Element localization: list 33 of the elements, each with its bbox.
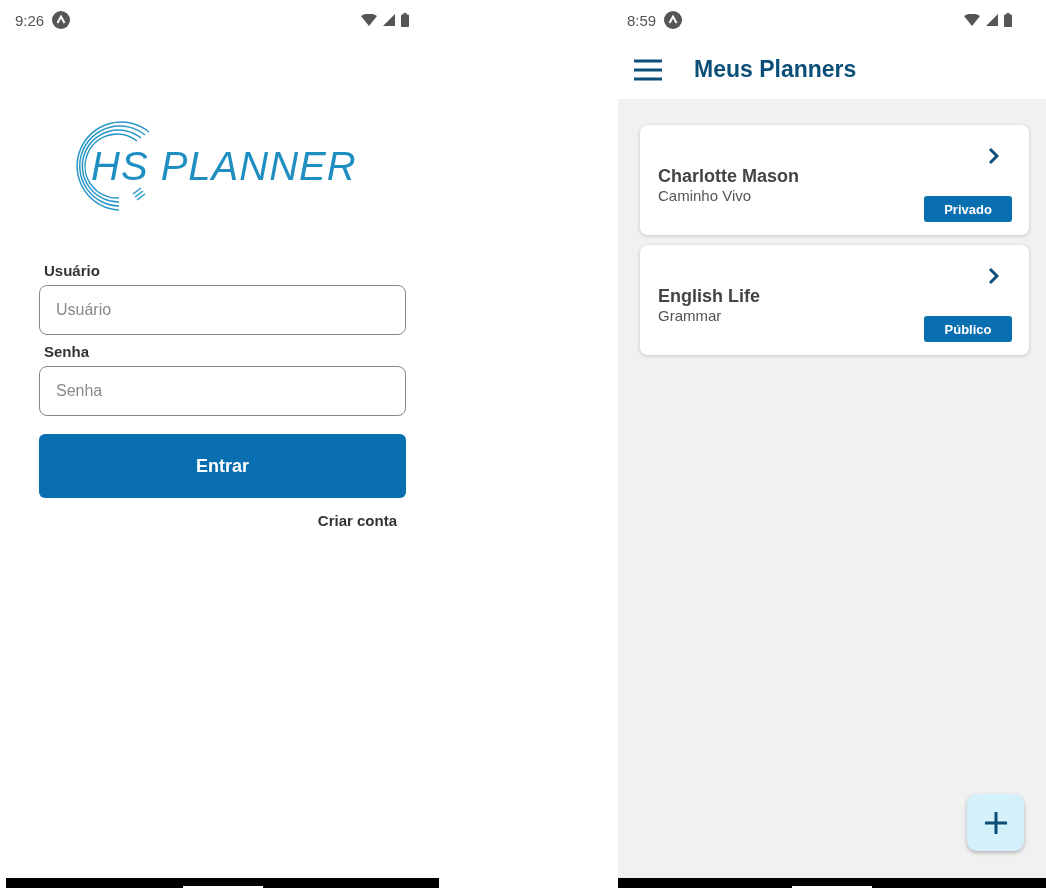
add-button[interactable] (967, 794, 1024, 851)
status-time: 8:59 (627, 11, 657, 29)
screen-title: Meus Planners (694, 56, 857, 83)
chevron-right-icon[interactable] (988, 147, 999, 165)
plus-icon (983, 810, 1008, 835)
planner-card[interactable]: English Life Grammar Público (640, 245, 1029, 355)
app-notification-icon (664, 11, 683, 29)
visibility-badge: Privado (924, 196, 1012, 222)
signal-icon (383, 14, 395, 26)
planner-subtitle: Grammar (658, 306, 723, 324)
wifi-icon (361, 14, 377, 26)
logo-text: HS PLANNER (91, 143, 357, 189)
planner-title: Charlotte Mason (658, 165, 799, 187)
home-handle[interactable] (182, 886, 263, 888)
battery-icon (1004, 13, 1012, 27)
menu-icon[interactable] (634, 58, 662, 81)
field-label: Usuário (44, 262, 101, 279)
planner-card[interactable]: Charlotte Mason Caminho Vivo Privado (640, 125, 1029, 235)
wifi-icon (964, 14, 980, 26)
app-notification-icon (52, 11, 71, 29)
home-handle[interactable] (792, 886, 872, 888)
battery-icon (401, 13, 409, 27)
login-button[interactable]: Entrar (39, 434, 406, 498)
planner-title: English Life (658, 285, 760, 307)
field-label: Senha (44, 343, 90, 360)
visibility-badge: Público (924, 316, 1012, 342)
signal-icon (986, 14, 998, 26)
input-field[interactable]: Senha (39, 366, 406, 416)
input-field[interactable]: Usuário (39, 285, 406, 335)
status-time: 9:26 (15, 11, 45, 29)
planner-subtitle: Caminho Vivo (658, 186, 753, 204)
chevron-right-icon[interactable] (988, 267, 999, 285)
create-account-link[interactable]: Criar conta (317, 512, 397, 529)
